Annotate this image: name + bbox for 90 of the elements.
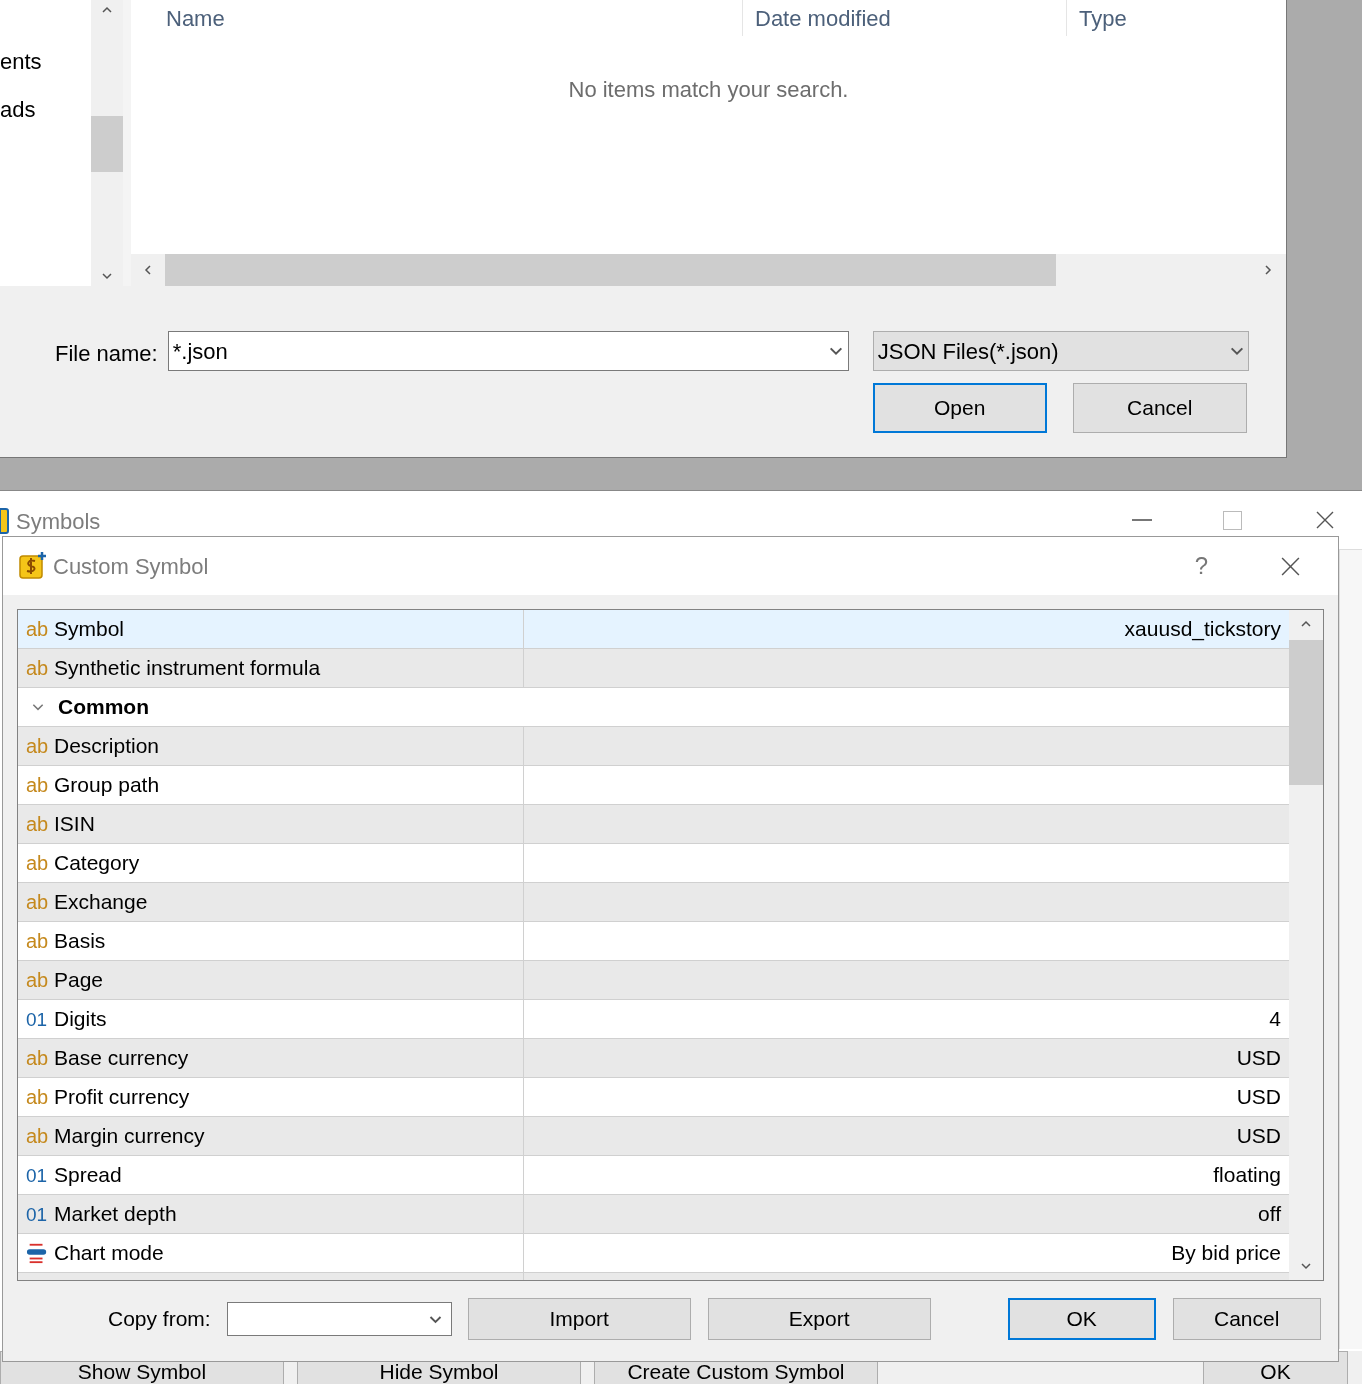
navigation-item[interactable]: ents (0, 48, 91, 76)
string-type-icon: ab (26, 931, 54, 951)
property-row[interactable]: ab Category (18, 844, 1289, 883)
property-name: Digits (54, 1006, 107, 1033)
group-label: Common (58, 694, 149, 721)
property-name: Market depth (54, 1201, 177, 1228)
property-row[interactable]: ab Symbol xauusd_tickstory (18, 610, 1289, 649)
property-row[interactable]: ab Group path (18, 766, 1289, 805)
property-row[interactable]: 01 Digits 4 (18, 1000, 1289, 1039)
property-value: USD (1236, 1123, 1281, 1150)
file-name-field[interactable]: *.json (167, 331, 849, 371)
number-type-icon: 01 (26, 1009, 54, 1029)
dialog-button[interactable]: OK (1007, 1298, 1156, 1340)
property-name: Margin currency (54, 1123, 205, 1150)
string-type-icon: ab (26, 619, 54, 639)
empty-message: No items match your search. (568, 76, 849, 103)
field-label: Copy from: (108, 1306, 211, 1333)
close-icon[interactable] (1280, 555, 1301, 577)
string-type-icon: ab (26, 1087, 54, 1107)
property-name: Chart mode (54, 1240, 164, 1267)
scroll-down-icon[interactable] (1300, 1260, 1312, 1272)
string-type-icon: ab (26, 970, 54, 990)
property-name: Synthetic instrument formula (54, 655, 321, 682)
copy-from-dropdown[interactable] (226, 1302, 452, 1336)
property-name: Profit currency (54, 1084, 190, 1111)
property-row[interactable]: ab Profit currency USD (18, 1078, 1289, 1117)
dialog-button[interactable]: Cancel (1172, 1298, 1321, 1340)
property-row[interactable]: ab Page (18, 961, 1289, 1000)
string-type-icon: ab (26, 814, 54, 834)
dialog-title: Custom Symbol (53, 552, 209, 581)
column-header[interactable]: Name (131, 0, 743, 36)
column-header[interactable]: Type (1067, 0, 1286, 36)
property-name: Description (54, 733, 160, 760)
property-row[interactable]: ab ISIN (18, 805, 1289, 844)
property-row[interactable]: ab Margin currency USD (18, 1117, 1289, 1156)
property-value: xauusd_tickstory (1124, 616, 1281, 643)
string-type-icon: ab (26, 658, 54, 678)
property-row[interactable]: ab Synthetic instrument formula (18, 649, 1289, 688)
property-name: Page (54, 967, 104, 994)
property-row[interactable]: ab Exchange (18, 883, 1289, 922)
string-type-icon: ab (26, 892, 54, 912)
scrollbar-thumb[interactable] (165, 254, 1056, 286)
property-name: Category (54, 850, 140, 877)
property-name: Symbol (54, 616, 125, 643)
dialog-button[interactable]: Import (467, 1298, 691, 1340)
string-type-icon: ab (26, 853, 54, 873)
scrollbar-thumb[interactable] (1289, 640, 1323, 785)
property-row[interactable]: 01 Spread floating (18, 1156, 1289, 1195)
property-name: ISIN (54, 811, 95, 838)
file-type-dropdown[interactable]: JSON Files(*.json) (872, 331, 1249, 371)
scroll-down-icon[interactable] (101, 270, 113, 282)
scroll-left-icon[interactable] (142, 264, 154, 276)
number-type-icon: 01 (26, 1204, 54, 1224)
string-type-icon: ab (26, 1126, 54, 1146)
string-type-icon: ab (26, 775, 54, 795)
property-row[interactable]: ab Base currency USD (18, 1039, 1289, 1078)
help-button[interactable]: ? (1194, 548, 1208, 584)
column-header[interactable]: Date modified (743, 0, 1067, 36)
property-value: USD (1236, 1045, 1281, 1072)
horizontal-scrollbar[interactable] (131, 254, 1286, 286)
property-name: Group path (54, 772, 160, 799)
property-row[interactable]: 01 Market depth off (18, 1195, 1289, 1234)
close-icon[interactable] (1315, 510, 1335, 530)
property-name: Spread (54, 1162, 122, 1189)
property-name: Basis (54, 928, 106, 955)
navigation-item[interactable]: ads (0, 96, 91, 124)
property-value: USD (1236, 1084, 1281, 1111)
window-title: Symbols (16, 508, 101, 536)
property-value: off (1258, 1201, 1281, 1228)
property-value: floating (1213, 1162, 1281, 1189)
property-value: By bid price (1171, 1240, 1281, 1267)
field-label: File name: (55, 340, 158, 368)
string-type-icon: ab (26, 736, 54, 756)
dialog-button[interactable]: Cancel (1072, 383, 1247, 433)
scrollbar-thumb[interactable] (91, 116, 123, 172)
window-icon (0, 507, 9, 534)
property-row[interactable]: ab Basis (18, 922, 1289, 961)
property-value: 4 (1269, 1006, 1281, 1033)
number-type-icon: 01 (26, 1165, 54, 1185)
property-row[interactable]: Chart mode By bid price (18, 1234, 1289, 1273)
property-name: Exchange (54, 889, 148, 916)
scroll-right-icon[interactable] (1262, 264, 1274, 276)
dollar-plus-icon (18, 551, 48, 581)
dialog-button[interactable]: Open (872, 383, 1047, 433)
dialog-button[interactable]: Export (707, 1298, 931, 1340)
string-type-icon: ab (26, 1048, 54, 1068)
property-row[interactable]: ab Description (18, 727, 1289, 766)
property-name: Base currency (54, 1045, 189, 1072)
vertical-scrollbar[interactable] (1289, 610, 1323, 1280)
list-icon (26, 1242, 48, 1264)
